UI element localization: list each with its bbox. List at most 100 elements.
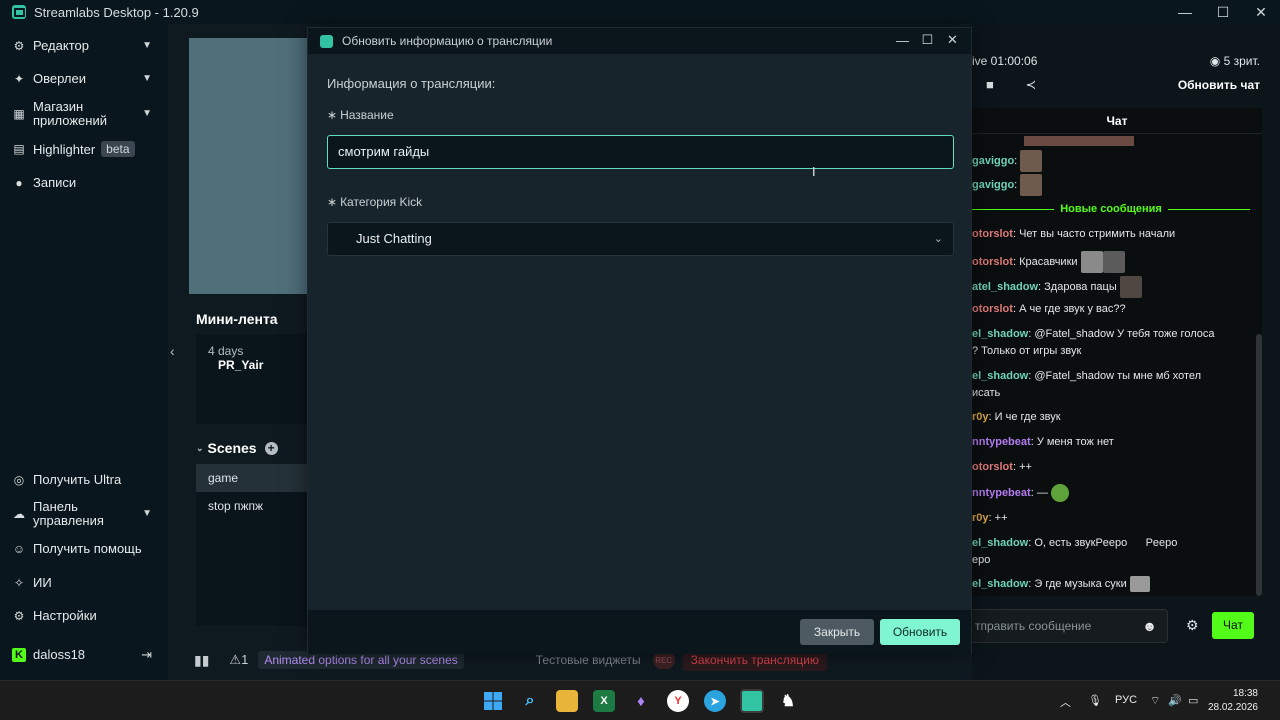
sidebar-item-app-store[interactable]: ▦ Магазин приложений ▼ bbox=[12, 100, 162, 128]
telegram-icon[interactable]: ➤ bbox=[704, 690, 726, 712]
test-widgets-button[interactable]: Тестовые виджеты bbox=[536, 653, 641, 667]
sidebar-item-highlighter[interactable]: ▤ Highlighter beta bbox=[12, 141, 162, 157]
chat-message: r0y: ++ bbox=[972, 512, 1008, 524]
chat-user[interactable]: otorslot bbox=[972, 256, 1013, 268]
stats-icon[interactable]: ▮▮ bbox=[194, 652, 209, 669]
streamlabs-taskbar-icon[interactable] bbox=[740, 689, 764, 713]
chat-user[interactable]: nntypebeat bbox=[972, 487, 1031, 499]
logout-icon[interactable]: ⇥ bbox=[141, 647, 152, 663]
chat-user[interactable]: r0y bbox=[972, 512, 989, 524]
chat-user[interactable]: el_shadow bbox=[972, 537, 1028, 549]
emoji-icon[interactable]: ☻ bbox=[1142, 610, 1157, 642]
chat-user[interactable]: otorslot bbox=[972, 461, 1013, 473]
chat-text: Э где музыка суки bbox=[1034, 578, 1127, 590]
volume-icon[interactable]: 🔊 bbox=[1168, 694, 1182, 707]
overlays-icon: ✦ bbox=[13, 71, 25, 86]
chat-message: el_shadow: @Fatel_shadow ты мне мб хотел… bbox=[972, 370, 1202, 399]
emote bbox=[1102, 251, 1125, 273]
emote bbox=[1020, 150, 1043, 172]
chat-user[interactable]: otorslot bbox=[972, 303, 1013, 315]
minifeed-title: Мини-лента bbox=[196, 311, 278, 327]
share-icon[interactable]: ≺ bbox=[1025, 77, 1036, 92]
scenes-header: ⌄ Scenes + bbox=[196, 440, 278, 456]
sidebar-item-dashboard[interactable]: ☁ Панель управления ▼ bbox=[12, 500, 162, 528]
chat-settings-icon[interactable]: ⚙ bbox=[1186, 617, 1199, 634]
maximize-button[interactable]: ☐ bbox=[1204, 0, 1242, 24]
chat-send-button[interactable]: Чат bbox=[1212, 612, 1254, 639]
viewer-count: ◉ 5 зрит. bbox=[1210, 54, 1260, 68]
chat-message-input[interactable]: тправить сообщение ☻ bbox=[962, 609, 1168, 643]
chat-user[interactable]: el_shadow bbox=[972, 578, 1028, 590]
chat-user[interactable]: r0y bbox=[972, 411, 989, 423]
steam-like-icon[interactable]: ♞ bbox=[777, 690, 799, 712]
chat-user[interactable]: atel_shadow bbox=[972, 281, 1038, 293]
refresh-chat-button[interactable]: Обновить чат bbox=[1178, 78, 1260, 92]
highlighter-icon: ▤ bbox=[13, 142, 25, 156]
excel-icon[interactable]: X bbox=[593, 690, 615, 712]
close-button[interactable]: Закрыть bbox=[800, 619, 874, 645]
emote bbox=[1020, 174, 1043, 196]
close-window-button[interactable]: ✕ bbox=[1242, 0, 1280, 24]
sidebar-item-editor[interactable]: ⚙ Редактор ▼ bbox=[12, 38, 162, 53]
chevron-down-icon[interactable]: ⌄ bbox=[196, 443, 204, 454]
section-heading: Информация о трансляции: bbox=[327, 76, 496, 91]
chat-frame: Чат gaviggo: gaviggo: Новые сообщения ot… bbox=[972, 108, 1262, 596]
tray-chevron-icon[interactable]: ︿ bbox=[1060, 694, 1071, 710]
microphone-icon[interactable]: 🎙 bbox=[1088, 694, 1102, 707]
scene-item[interactable]: stop пжпж bbox=[196, 492, 308, 520]
chat-user[interactable]: el_shadow bbox=[972, 328, 1028, 340]
category-label: ∗ Категория Kick bbox=[327, 195, 423, 209]
chat-user[interactable]: el_shadow bbox=[972, 370, 1028, 382]
app-icon[interactable]: ♦ bbox=[630, 690, 652, 712]
battery-icon[interactable]: ▭ bbox=[1188, 694, 1198, 707]
chat-message: otorslot: Красавчики bbox=[972, 251, 1252, 273]
chat-scrollbar[interactable] bbox=[1256, 334, 1262, 596]
update-stream-dialog: Обновить информацию о трансляции — ☐ ✕ И… bbox=[307, 27, 972, 654]
viewer-count-text: 5 зрит. bbox=[1223, 54, 1260, 68]
chat-user[interactable]: nntypebeat bbox=[972, 436, 1031, 448]
language-indicator[interactable]: РУС bbox=[1115, 694, 1137, 706]
minimize-button[interactable]: — bbox=[1166, 0, 1204, 24]
sidebar-item-help[interactable]: ☺ Получить помощь bbox=[12, 541, 162, 556]
dialog-maximize-button[interactable]: ☐ bbox=[915, 30, 940, 50]
chat-user[interactable]: gaviggo bbox=[972, 179, 1014, 191]
update-button[interactable]: Обновить bbox=[880, 619, 960, 645]
sidebar-item-get-ultra[interactable]: ◎ Получить Ultra bbox=[12, 472, 162, 487]
chat-text: ++ bbox=[994, 512, 1008, 524]
stream-title-input[interactable]: смотрим гайды bbox=[327, 135, 954, 169]
yandex-browser-icon[interactable]: Y bbox=[667, 690, 689, 712]
collapse-left-icon[interactable]: ‹ bbox=[170, 343, 175, 359]
category-select[interactable]: Just Chatting ⌄ bbox=[327, 222, 954, 256]
windows-start-icon[interactable] bbox=[482, 690, 504, 712]
sidebar-user[interactable]: K daloss18 ⇥ bbox=[12, 647, 162, 662]
sidebar-item-settings[interactable]: ⚙ Настройки bbox=[12, 608, 162, 623]
chat-message: otorslot: Чет вы часто стримить начали bbox=[972, 228, 1176, 240]
scene-item[interactable]: game bbox=[196, 464, 308, 492]
gear-icon: ⚙ bbox=[13, 608, 25, 623]
stream-preview[interactable] bbox=[189, 38, 309, 294]
wifi-icon[interactable]: ⌔ bbox=[1150, 694, 1160, 708]
panel-icons: ■ ≺ bbox=[986, 77, 1036, 93]
file-explorer-icon[interactable] bbox=[556, 690, 578, 712]
sidebar-item-recordings[interactable]: ● Записи bbox=[12, 175, 162, 190]
emote-row bbox=[1024, 136, 1134, 146]
sidebar-item-overlays[interactable]: ✦ Оверлеи ▼ bbox=[12, 71, 162, 86]
clock-date: 28.02.2026 bbox=[1207, 702, 1258, 713]
user-name: daloss18 bbox=[33, 647, 86, 662]
windows-taskbar: ⌕ X ♦ Y ➤ ♞ ︿ 🎙 РУС ⌔ 🔊 ▭ 18:38 28.02.20… bbox=[0, 680, 1280, 720]
chat-message: r0y: И че где звук bbox=[972, 411, 1061, 423]
sidebar-item-ai[interactable]: ✧ ИИ bbox=[12, 575, 162, 590]
alert-count: 1 bbox=[241, 652, 249, 667]
camera-icon[interactable]: ■ bbox=[986, 77, 994, 92]
clock[interactable]: 18:38 28.02.2026 bbox=[1208, 687, 1258, 715]
sidebar: ⚙ Редактор ▼ ✦ Оверлеи ▼ ▦ Магазин прило… bbox=[0, 24, 168, 680]
dialog-minimize-button[interactable]: — bbox=[890, 30, 915, 50]
search-icon[interactable]: ⌕ bbox=[519, 690, 541, 712]
chat-user[interactable]: otorslot bbox=[972, 228, 1013, 240]
alert-icon[interactable]: ⚠1 bbox=[229, 652, 248, 668]
sidebar-item-label: Получить помощь bbox=[33, 541, 142, 556]
add-scene-button[interactable]: + bbox=[264, 441, 278, 455]
chat-user[interactable]: gaviggo bbox=[972, 155, 1014, 167]
ultra-icon: ◎ bbox=[13, 472, 25, 487]
dialog-close-button[interactable]: ✕ bbox=[940, 30, 965, 50]
